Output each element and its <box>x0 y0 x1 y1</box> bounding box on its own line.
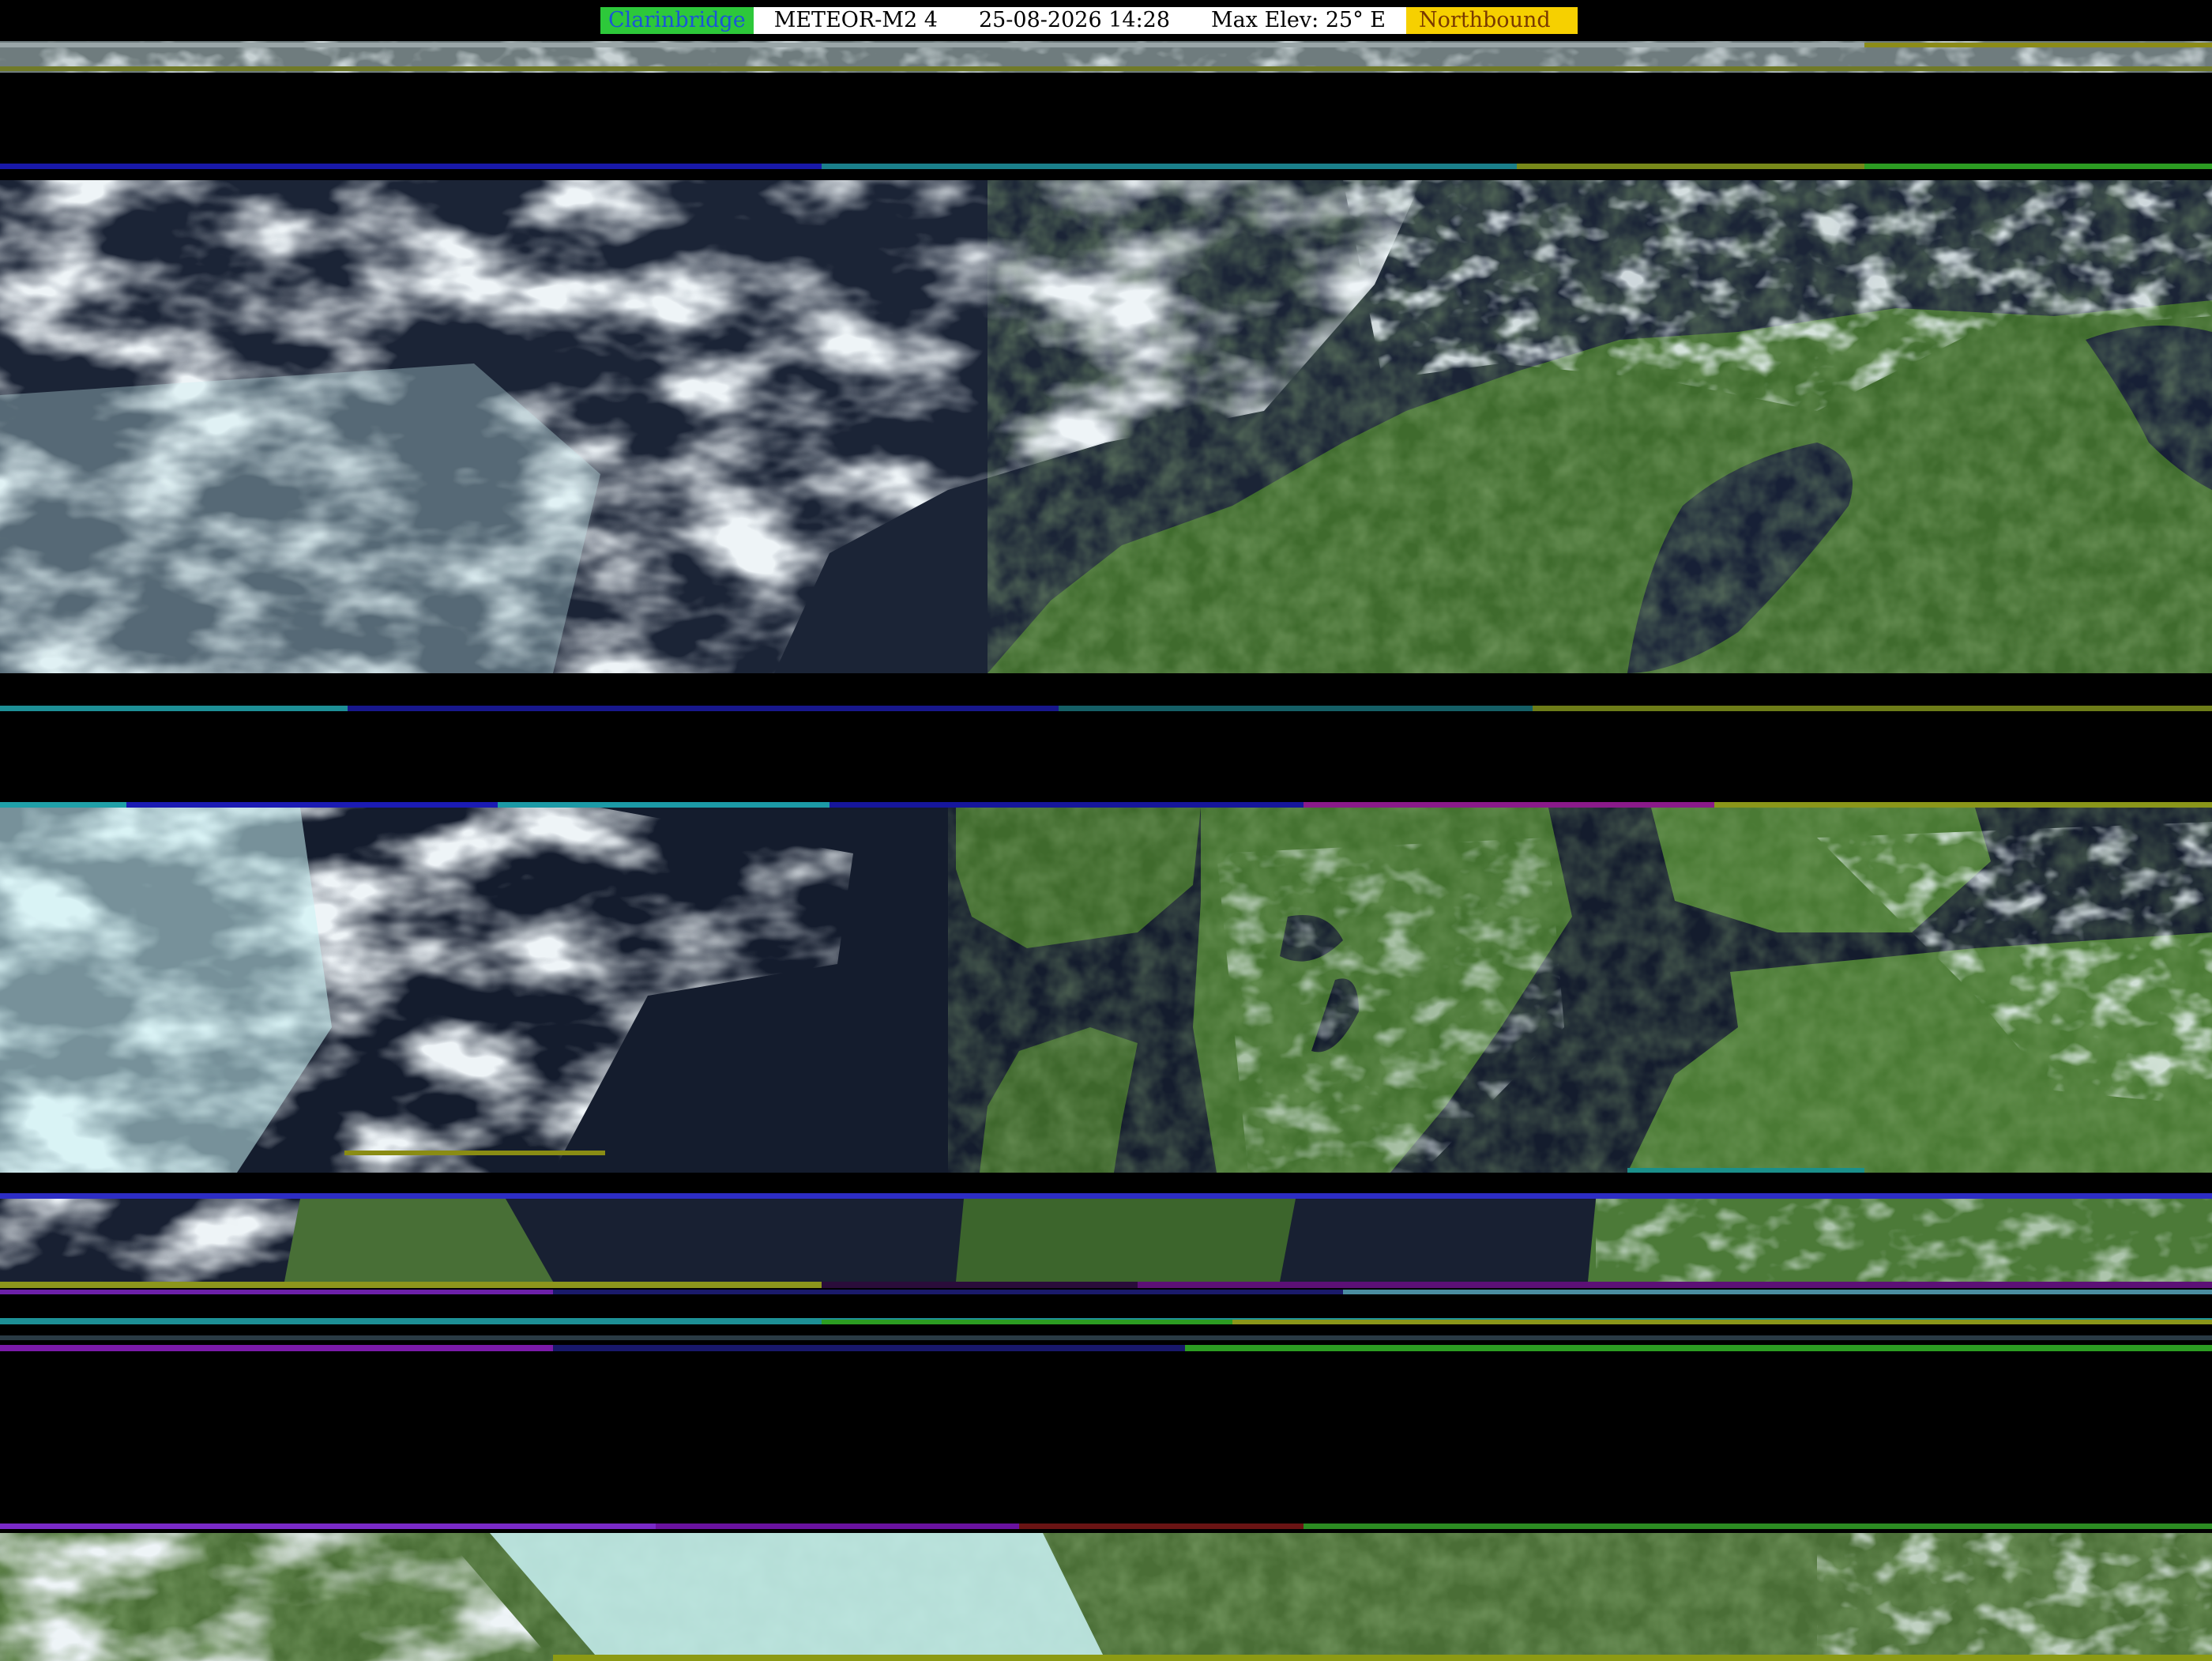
pass-direction: Northbound <box>1406 7 1578 34</box>
satellite-imagery <box>0 41 2212 1661</box>
satellite-image-canvas: Clarinbridge METEOR-M2 4 25-08-2026 14:2… <box>0 0 2212 1661</box>
pass-datetime: 25-08-2026 14:28 <box>957 7 1191 34</box>
max-elevation: Max Elev: 25° E <box>1191 7 1406 34</box>
satellite-name: METEOR-M2 4 <box>753 7 958 34</box>
pass-info-header: Clarinbridge METEOR-M2 4 25-08-2026 14:2… <box>600 7 1578 34</box>
station-name: Clarinbridge <box>600 7 754 34</box>
